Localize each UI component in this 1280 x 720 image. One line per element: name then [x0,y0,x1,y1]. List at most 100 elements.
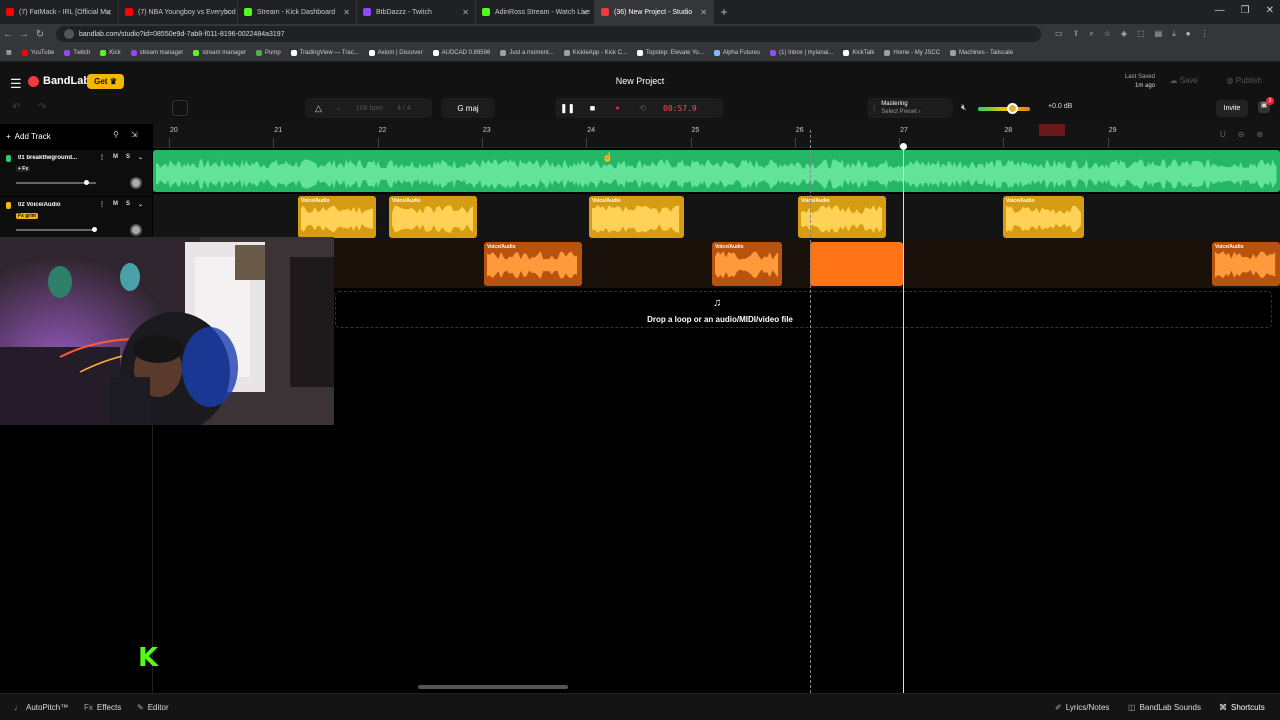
bookmark-item[interactable]: Topstep: Elevate Yo... [637,49,704,56]
bookmark-item[interactable]: Machines - Tailscale [950,49,1013,56]
bookmark-item[interactable]: KickleApp - Kick C... [563,49,627,56]
bpm-field[interactable]: 108 bpm [356,105,383,112]
close-window-icon[interactable]: ✕ [1266,5,1274,16]
mixer-toggle-icon[interactable] [172,100,188,116]
more-options-icon[interactable]: ⋮ [99,154,105,161]
bookmark-item[interactable]: Kick [100,49,121,56]
tab-close-icon[interactable]: ✕ [105,8,112,17]
bandlab-sounds-button[interactable]: ◫ BandLab Sounds [1128,703,1201,712]
master-volume-knob[interactable] [1006,103,1018,114]
new-tab-icon[interactable]: + [714,5,734,19]
track-volume-knob[interactable] [92,227,98,232]
profile-icon[interactable]: ● [1186,29,1191,39]
browser-tab[interactable]: Stream - Kick Dashboard ✕ [238,0,357,24]
share-icon[interactable]: ⇪ [1073,29,1080,39]
record-arm-icon[interactable] [6,202,11,209]
time-signature[interactable]: 4 / 4 [397,105,411,112]
audio-region[interactable]: Voice/Audio [298,196,376,238]
minimize-icon[interactable]: — [1215,5,1225,16]
bookmark-item[interactable]: TradingView — Trac... [290,49,359,56]
cast-icon[interactable]: ▭ [1055,29,1063,39]
effects-button[interactable]: Fx Effects [84,703,121,712]
track-lane-1[interactable]: ☝ [153,150,1280,192]
puzzle-icon[interactable]: ⬚ [1137,29,1145,39]
record-arm-icon[interactable] [6,155,11,162]
fx-tag[interactable]: Fx grim [16,213,39,219]
bookmark-item[interactable]: AUDCAD 0.89596 [432,49,490,56]
solo-button[interactable]: S [126,201,130,208]
browser-tab[interactable]: BtbDazzz - Twitch ✕ [357,0,476,24]
project-title[interactable]: New Project [0,76,1280,86]
magnet-icon[interactable]: U [1220,130,1226,139]
bookmark-item[interactable]: Twitch [64,49,90,56]
bookmark-item[interactable]: Pump [255,49,281,56]
horizontal-scrollbar[interactable] [418,685,568,689]
playhead-handle[interactable] [900,143,907,150]
zoom-out-icon[interactable]: ⊖ [1238,130,1245,139]
extension-icon[interactable]: ◈ [1121,29,1127,39]
bookmark-item[interactable]: Alpha Futures [713,49,760,56]
save-button[interactable]: ☁ Save [1170,76,1198,85]
speaker-mute-icon[interactable]: 🔇︎ [961,102,967,113]
fx-tag[interactable]: + Fx [16,166,31,172]
audio-region[interactable] [810,242,903,286]
bookmark-star-icon[interactable]: ☆ [1104,29,1111,39]
key-selector[interactable]: G maj [441,98,495,118]
track-volume-slider[interactable] [16,229,96,231]
editor-button[interactable]: ✎ Editor [137,703,169,712]
tab-close-icon[interactable]: ✕ [581,8,588,17]
browser-tab[interactable]: AdinRoss Stream - Watch Live ✕ [476,0,595,24]
record-icon[interactable]: ● [605,105,630,112]
timeline-ruler[interactable]: 20 21 22 23 24 25 26 27 28 29 [153,124,1280,148]
expand-chevron-icon[interactable]: ⌄ [138,201,143,208]
track1-region[interactable] [153,150,1280,192]
audio-region[interactable]: Voice/Audio [1212,242,1280,286]
solo-button[interactable]: S [126,154,130,161]
redo-icon[interactable]: ↷ [38,102,46,113]
forward-icon[interactable]: → [16,29,32,40]
mastering-button[interactable]: ⫶ Mastering Select Preset › [867,98,953,118]
bookmark-item[interactable]: stream manager [130,49,183,56]
reload-icon[interactable]: ↻ [32,29,48,40]
download-icon[interactable]: ⤓ [1172,29,1176,39]
browser-tab[interactable]: (7) FatMack - IRL [Official Mu ✕ [0,0,119,24]
site-info-icon[interactable] [64,29,74,39]
track-name[interactable]: 01 breaktheground... [18,155,94,161]
pan-knob[interactable] [130,224,142,236]
audio-region[interactable]: Voice/Audio [1003,196,1084,238]
playhead[interactable] [903,143,904,693]
bookmark-item[interactable]: YouTube [21,49,54,56]
expand-chevron-icon[interactable]: ⌄ [138,154,143,161]
invite-button[interactable]: Invite [1216,100,1248,117]
publish-button[interactable]: ◍ Publish [1227,76,1262,85]
tab-close-icon[interactable]: ✕ [700,8,707,17]
tab-close-icon[interactable]: ✕ [462,8,469,17]
browser-tab[interactable]: (36) New Project - Studio ✕ [595,0,714,24]
track-name[interactable]: 02 Voice/Audio [18,202,94,208]
url-field[interactable]: bandlab.com/studio?id=08550e9d-7ab8-f011… [56,26,1041,42]
tab-close-icon[interactable]: ✕ [224,8,231,17]
audio-region[interactable]: Voice/Audio [712,242,782,286]
fit-icon[interactable]: ⇲ [131,130,138,139]
zoom-in-icon[interactable]: ⊕ [1256,130,1263,139]
track-header[interactable]: 01 breaktheground... ⋮ M S ⌄ + Fx [0,150,152,196]
audio-region[interactable]: Voice/Audio [798,196,886,238]
mute-button[interactable]: M [113,201,118,208]
loop-marker[interactable] [1039,124,1065,136]
audio-region[interactable]: Voice/Audio [389,196,477,238]
tab-close-icon[interactable]: ✕ [343,8,350,17]
zoom-icon[interactable]: ⌕ [1089,29,1093,39]
bookmark-item[interactable]: Axiom | Discover [368,49,423,56]
browser-tab[interactable]: (7) NBA Youngboy vs Everybod ✕ [119,0,238,24]
bookmark-item[interactable]: (1) Inbox | mylanai... [770,49,833,56]
back-icon[interactable]: ← [0,29,16,40]
track-lane-2[interactable]: Voice/Audio Voice/Audio Voice/Audio Voice/A… [153,194,1280,240]
shortcuts-button[interactable]: ⌘ Shortcuts [1219,703,1265,712]
metronome-icon[interactable]: △ [315,103,322,114]
pause-icon[interactable]: ❚❚ [555,103,580,114]
maximize-icon[interactable]: ❐ [1241,5,1250,16]
apps-icon[interactable]: ▦ [6,49,12,56]
pan-knob[interactable] [130,177,142,189]
audio-region[interactable]: Voice/Audio [589,196,684,238]
autopitch-button[interactable]: ♩ AutoPitch™ [14,703,68,712]
